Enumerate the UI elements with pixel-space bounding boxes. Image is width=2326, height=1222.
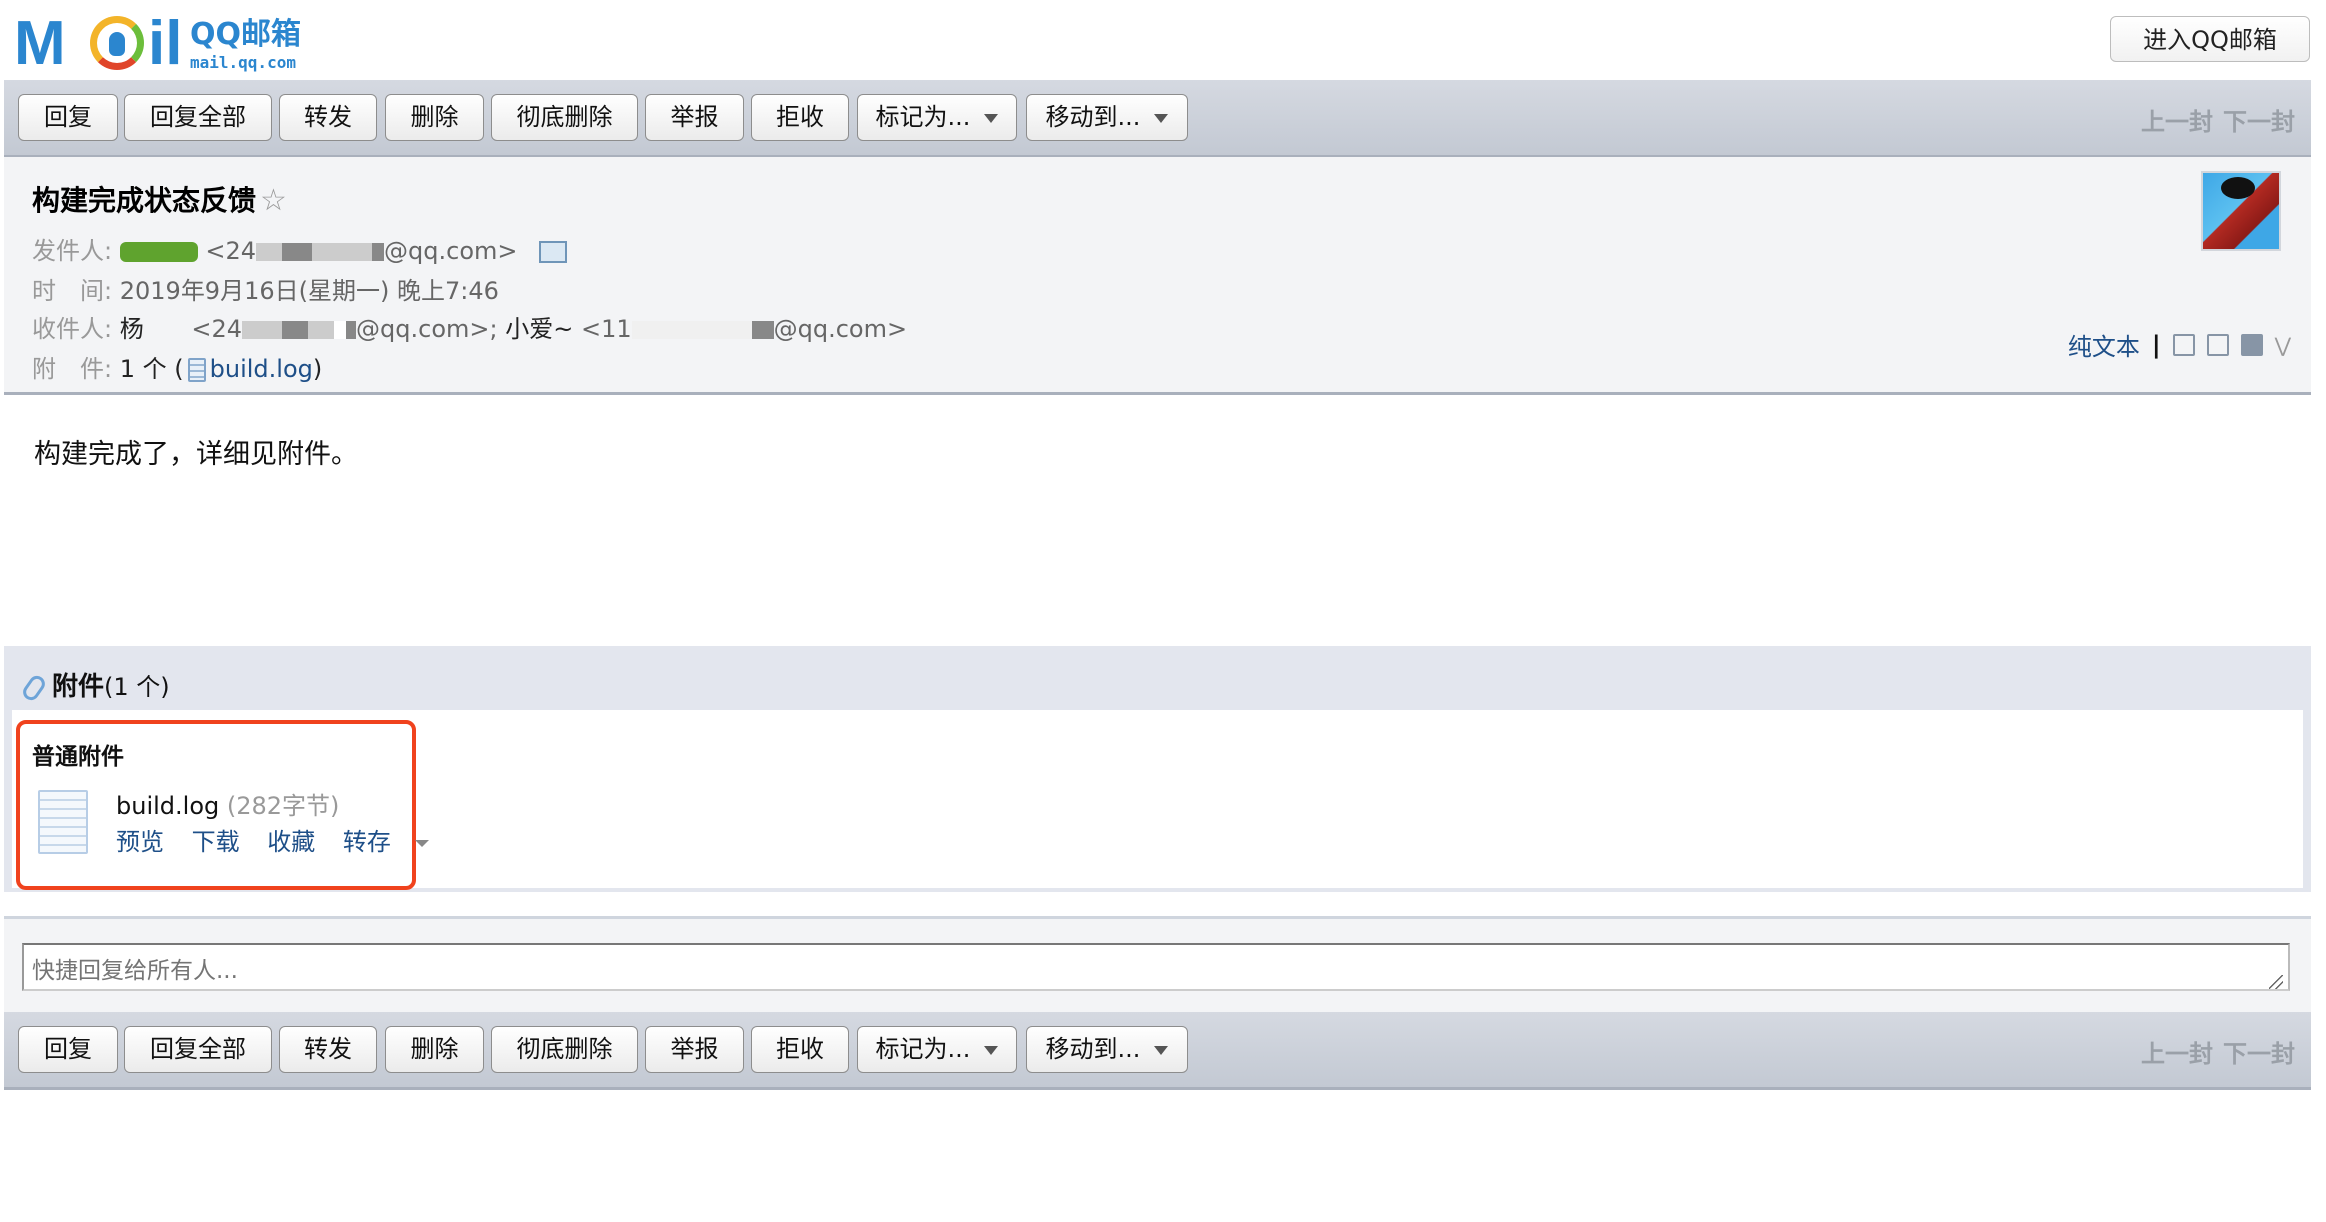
attachment-actions: 预览 下载 收藏 转存 bbox=[116, 822, 449, 857]
top-toolbar: 回复 回复全部 转发 删除 彻底删除 举报 拒收 标记为... 移动到... 上… bbox=[4, 80, 2311, 158]
logo-title: QQ邮箱 bbox=[190, 17, 302, 52]
caret-down-icon bbox=[984, 113, 999, 123]
reject-button[interactable]: 拒收 bbox=[751, 1026, 849, 1073]
view-tools: 纯文本 | ⋁ bbox=[2068, 327, 2291, 362]
chevron-down-icon[interactable]: ⋁ bbox=[2275, 333, 2291, 357]
logo-domain: mail.qq.com bbox=[190, 53, 296, 72]
sender-avatar[interactable] bbox=[2201, 171, 2281, 251]
plain-text-link[interactable]: 纯文本 bbox=[2068, 327, 2140, 362]
mail-navigation: 上一封 下一封 bbox=[2131, 102, 2295, 137]
quick-reply-section bbox=[4, 916, 2311, 1012]
mail-navigation: 上一封 下一封 bbox=[2131, 1034, 2295, 1069]
reply-all-button[interactable]: 回复全部 bbox=[124, 94, 272, 141]
forward-button[interactable]: 转发 bbox=[279, 1026, 377, 1073]
save-to-folder-icon[interactable] bbox=[2206, 333, 2229, 356]
attachment-file-name: build.log bbox=[116, 792, 220, 820]
mark-as-label: 标记为... bbox=[875, 103, 971, 131]
sender-label: 发件人: bbox=[32, 237, 113, 265]
enter-qq-mail-button[interactable]: 进入QQ邮箱 bbox=[2110, 16, 2310, 62]
mark-as-dropdown[interactable]: 标记为... bbox=[857, 1026, 1017, 1073]
logo-qq-ring-icon bbox=[90, 16, 144, 70]
preview-link[interactable]: 预览 bbox=[116, 828, 164, 856]
forward-button[interactable]: 转发 bbox=[279, 94, 377, 141]
subject-text: 构建完成状态反馈 bbox=[32, 184, 257, 217]
time-label: 时 间: bbox=[32, 277, 113, 305]
qq-mail-logo: M il QQ邮箱 mail.qq.com bbox=[14, 9, 314, 78]
mail-subject: 构建完成状态反馈 ☆ bbox=[32, 179, 287, 219]
attachment-file-size: (282字节) bbox=[226, 792, 340, 820]
next-mail-link[interactable]: 下一封 bbox=[2223, 108, 2295, 136]
attachment-row: 附 件: 1 个 (build.log) bbox=[32, 355, 323, 383]
delete-permanently-button[interactable]: 彻底删除 bbox=[491, 1026, 638, 1073]
favorite-link[interactable]: 收藏 bbox=[267, 828, 315, 856]
sender-email: <24 @qq.com> bbox=[205, 237, 518, 265]
logo-letters-il: il bbox=[148, 9, 183, 78]
recipient-1-name[interactable]: 杨 bbox=[120, 315, 144, 343]
time-value: 2019年9月16日(星期一) 晚上7:46 bbox=[119, 277, 499, 305]
bottom-toolbar: 回复 回复全部 转发 删除 彻底删除 举报 拒收 标记为... 移动到... 上… bbox=[4, 1012, 2311, 1090]
previous-mail-link[interactable]: 上一封 bbox=[2141, 108, 2213, 136]
separator: | bbox=[2151, 330, 2161, 359]
move-to-label: 移动到... bbox=[1045, 1035, 1141, 1063]
recipient-1-email: <24 @qq.com>; bbox=[191, 315, 498, 343]
attachment-link[interactable]: build.log bbox=[210, 355, 313, 383]
delete-button[interactable]: 删除 bbox=[385, 1026, 484, 1073]
mail-header: 构建完成状态反馈 ☆ 发件人: <24 @qq.com> 时 间: 2019年9月1… bbox=[4, 157, 2311, 395]
move-to-dropdown[interactable]: 移动到... bbox=[1026, 1026, 1188, 1073]
caret-down-icon bbox=[1154, 113, 1169, 123]
quick-reply-input[interactable] bbox=[22, 943, 2290, 991]
attachments-count: (1 个) bbox=[104, 673, 170, 701]
contact-card-icon[interactable] bbox=[539, 241, 568, 263]
attachment-label: 附 件: bbox=[32, 355, 113, 383]
reply-all-button[interactable]: 回复全部 bbox=[124, 1026, 272, 1073]
save-to-dropdown[interactable]: 转存 bbox=[343, 828, 449, 856]
recipients-row: 收件人: 杨 <24 @qq.com>; 小爱~ <11 @qq.com> bbox=[32, 309, 907, 344]
report-button[interactable]: 举报 bbox=[645, 94, 744, 141]
delete-permanently-button[interactable]: 彻底删除 bbox=[491, 94, 638, 141]
attachment-file: build.log (282字节) bbox=[116, 786, 339, 821]
reject-button[interactable]: 拒收 bbox=[751, 94, 849, 141]
document-icon bbox=[187, 358, 206, 382]
attachment-type-label: 普通附件 bbox=[32, 744, 124, 770]
sender-row: 发件人: <24 @qq.com> bbox=[32, 231, 568, 266]
sender-name-redacted bbox=[119, 242, 198, 262]
caret-down-icon bbox=[414, 839, 429, 847]
recipients-label: 收件人: bbox=[32, 315, 113, 343]
logo-letter-m: M bbox=[14, 9, 66, 78]
next-mail-link[interactable]: 下一封 bbox=[2223, 1040, 2295, 1068]
mark-as-label: 标记为... bbox=[875, 1035, 971, 1063]
attachments-header: 附件(1 个) bbox=[19, 666, 170, 703]
mail-body: 构建完成了，详细见附件。 bbox=[34, 439, 358, 470]
reply-button[interactable]: 回复 bbox=[18, 1026, 118, 1073]
attachment-count: 1 个 ( bbox=[119, 355, 184, 383]
star-icon[interactable]: ☆ bbox=[260, 183, 287, 218]
report-button[interactable]: 举报 bbox=[645, 1026, 744, 1073]
delete-button[interactable]: 删除 bbox=[385, 94, 484, 141]
print-icon[interactable] bbox=[2240, 333, 2263, 356]
recipient-2-name[interactable]: 小爱~ bbox=[505, 315, 573, 343]
note-icon[interactable] bbox=[2172, 333, 2195, 356]
caret-down-icon bbox=[1154, 1045, 1169, 1055]
attachments-title: 附件 bbox=[52, 672, 105, 702]
time-row: 时 间: 2019年9月16日(星期一) 晚上7:46 bbox=[32, 271, 499, 306]
file-document-icon bbox=[38, 790, 88, 854]
mark-as-dropdown[interactable]: 标记为... bbox=[857, 94, 1017, 141]
resize-handle-icon[interactable] bbox=[2269, 975, 2283, 989]
caret-down-icon bbox=[984, 1045, 999, 1055]
paperclip-icon bbox=[19, 672, 49, 703]
download-link[interactable]: 下载 bbox=[192, 828, 240, 856]
recipient-2-email: <11 @qq.com> bbox=[580, 315, 908, 343]
reply-button[interactable]: 回复 bbox=[18, 94, 118, 141]
move-to-dropdown[interactable]: 移动到... bbox=[1026, 94, 1188, 141]
move-to-label: 移动到... bbox=[1045, 103, 1141, 131]
previous-mail-link[interactable]: 上一封 bbox=[2141, 1040, 2213, 1068]
